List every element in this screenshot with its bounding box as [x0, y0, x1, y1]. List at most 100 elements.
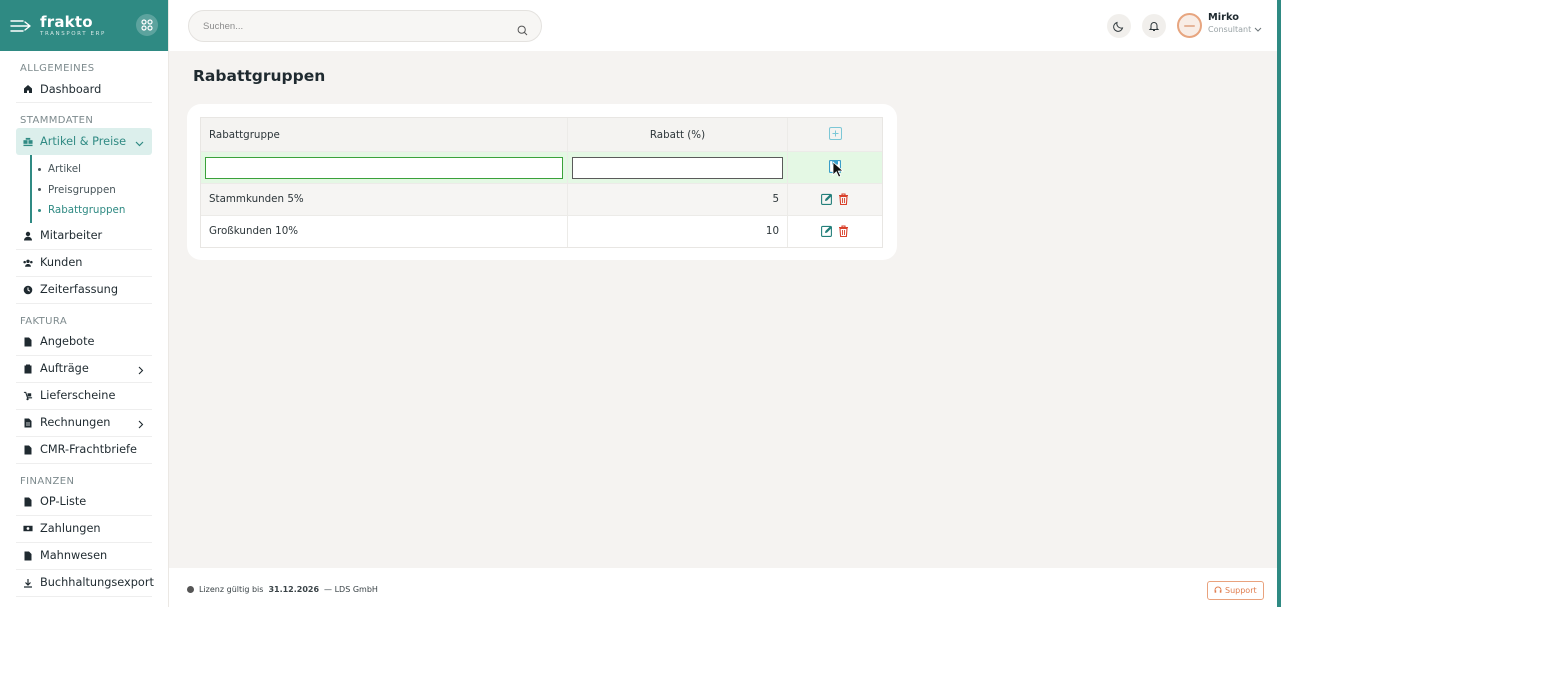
- sidebar-subitem-preisgruppen[interactable]: Preisgruppen: [38, 180, 152, 201]
- bell-icon: [1148, 17, 1160, 36]
- boxes-icon: [23, 137, 33, 147]
- moon-icon: [1113, 17, 1125, 36]
- sidebar-item-label: Dashboard: [40, 82, 102, 96]
- sidebar-item-kunden[interactable]: Kunden: [16, 250, 152, 277]
- new-discount-cell: [568, 152, 788, 183]
- dolly-icon: [23, 391, 33, 401]
- file-icon: [23, 337, 33, 347]
- sidebar-subitem-label: Preisgruppen: [48, 183, 116, 196]
- new-rabattgruppe-input[interactable]: [205, 156, 563, 179]
- users-icon: [23, 258, 33, 268]
- avatar[interactable]: [1177, 13, 1202, 38]
- sidebar-item-lieferscheine[interactable]: Lieferscheine: [16, 383, 152, 410]
- menu-toggle-icon[interactable]: [10, 19, 32, 33]
- table-header: Rabattgruppe Rabatt (%): [201, 118, 882, 152]
- chevron-down-icon: [135, 137, 144, 150]
- new-rabatt-input[interactable]: [572, 156, 783, 179]
- brand-logo[interactable]: frakto TRANSPORT ERP: [40, 12, 106, 37]
- sidebar-item-label: Mitarbeiter: [40, 229, 103, 242]
- invoice-icon: [23, 418, 33, 428]
- plus-square-icon: [828, 126, 842, 143]
- status-dot-icon: [187, 586, 194, 593]
- brand-name: frakto: [40, 12, 93, 31]
- sidebar-nav: ALLGEMEINES Dashboard STAMMDATEN Artikel…: [0, 51, 168, 597]
- page-title: Rabattgruppen: [193, 67, 326, 85]
- sidebar-item-label: Buchhaltungsexport: [40, 576, 154, 589]
- sidebar-item-mitarbeiter[interactable]: Mitarbeiter: [16, 223, 152, 250]
- notifications-button[interactable]: [1142, 14, 1166, 38]
- sidebar-item-label: Zahlungen: [40, 522, 101, 535]
- money-icon: [23, 524, 33, 534]
- sidebar-item-buchhaltungsexport[interactable]: Buchhaltungsexport: [16, 570, 154, 597]
- home-icon: [23, 84, 33, 94]
- user-icon: [23, 231, 33, 241]
- section-stammdaten: STAMMDATEN: [20, 115, 94, 126]
- brand-subtitle: TRANSPORT ERP: [40, 30, 106, 37]
- sidebar-subitem-artikel[interactable]: Artikel: [38, 159, 152, 180]
- cell-rabattgruppe: Stammkunden 5%: [201, 184, 568, 215]
- file-icon: [23, 551, 33, 561]
- cell-rabatt: 10: [568, 215, 788, 247]
- table-row[interactable]: Stammkunden 5% 5: [201, 184, 882, 216]
- sidebar-item-label: Mahnwesen: [40, 549, 108, 562]
- trash-icon[interactable]: [838, 225, 850, 238]
- sidebar: frakto TRANSPORT ERP ALLGEMEINES Dashboa…: [0, 0, 169, 607]
- new-name-cell: [201, 152, 568, 183]
- footer: Lizenz gültig bis 31.12.2026 — LDS GmbH …: [169, 568, 1278, 607]
- search-box[interactable]: [188, 10, 542, 42]
- sidebar-item-zahlungen[interactable]: Zahlungen: [16, 516, 152, 543]
- data-table: Rabattgruppe Rabatt (%) Stammkunden 5% 5…: [200, 117, 883, 248]
- support-label: Support: [1225, 586, 1257, 595]
- content-card: Rabattgruppe Rabatt (%) Stammkunden 5% 5…: [187, 104, 897, 260]
- brand-bar: frakto TRANSPORT ERP: [0, 0, 168, 51]
- add-row-button[interactable]: [788, 118, 882, 151]
- sidebar-item-label: Aufträge: [40, 362, 89, 375]
- apps-grid-icon[interactable]: [136, 14, 158, 36]
- sidebar-item-label: CMR-Frachtbriefe: [40, 443, 137, 456]
- sidebar-item-cmr-frachtbriefe[interactable]: CMR-Frachtbriefe: [16, 437, 152, 464]
- section-allgemeines: ALLGEMEINES: [20, 63, 95, 74]
- edit-icon[interactable]: [820, 225, 833, 238]
- sidebar-item-label: Zeiterfassung: [40, 283, 119, 296]
- cell-rabatt: 5: [568, 184, 788, 215]
- headset-icon: [1214, 586, 1222, 596]
- sidebar-item-rechnungen[interactable]: Rechnungen: [16, 410, 152, 437]
- user-name: Mirko: [1208, 12, 1239, 23]
- sidebar-item-op-liste[interactable]: OP-Liste: [16, 489, 152, 516]
- dark-mode-toggle[interactable]: [1107, 14, 1131, 38]
- search-input[interactable]: [203, 20, 503, 32]
- sidebar-item-dashboard[interactable]: Dashboard: [16, 76, 152, 103]
- mouse-cursor-icon: [832, 161, 845, 181]
- column-header-rabatt[interactable]: Rabatt (%): [568, 118, 788, 151]
- sidebar-subitem-rabattgruppen[interactable]: Rabattgruppen: [38, 200, 152, 221]
- sidebar-item-artikel-preise[interactable]: Artikel & Preise: [16, 128, 152, 155]
- sidebar-item-label: Rechnungen: [40, 416, 111, 429]
- sidebar-item-label: OP-Liste: [40, 495, 87, 508]
- sidebar-item-mahnwesen[interactable]: Mahnwesen: [16, 543, 152, 570]
- table-row[interactable]: Großkunden 10% 10: [201, 215, 882, 248]
- row-actions: [788, 216, 882, 248]
- sidebar-item-angebote[interactable]: Angebote: [16, 329, 152, 356]
- chevron-right-icon: [138, 365, 144, 378]
- search-icon[interactable]: [517, 21, 528, 40]
- submenu-artikel-preise: Artikel Preisgruppen Rabattgruppen: [30, 155, 152, 223]
- license-info: Lizenz gültig bis 31.12.2026 — LDS GmbH: [187, 585, 378, 594]
- section-finanzen: FINANZEN: [20, 475, 75, 487]
- app-window: frakto TRANSPORT ERP ALLGEMEINES Dashboa…: [0, 0, 1278, 607]
- column-header-rabattgruppe[interactable]: Rabattgruppe: [201, 118, 568, 151]
- edit-icon[interactable]: [820, 193, 833, 206]
- user-role: Consultant: [1208, 25, 1252, 34]
- sidebar-item-zeiterfassung[interactable]: Zeiterfassung: [16, 277, 152, 304]
- user-menu[interactable]: Mirko Consultant: [1208, 12, 1262, 34]
- license-prefix: Lizenz gültig bis: [199, 585, 264, 594]
- sidebar-subitem-label: Artikel: [48, 163, 81, 176]
- sidebar-item-auftraege[interactable]: Aufträge: [16, 356, 152, 383]
- sidebar-item-label: Lieferscheine: [40, 389, 116, 402]
- license-company: — LDS GmbH: [324, 585, 378, 594]
- bullet-icon: [38, 208, 41, 212]
- save-new-row-button[interactable]: [788, 152, 882, 183]
- trash-icon[interactable]: [838, 193, 850, 206]
- table-row-new: [201, 152, 882, 184]
- license-date: 31.12.2026: [268, 585, 320, 594]
- support-button[interactable]: Support: [1207, 581, 1264, 600]
